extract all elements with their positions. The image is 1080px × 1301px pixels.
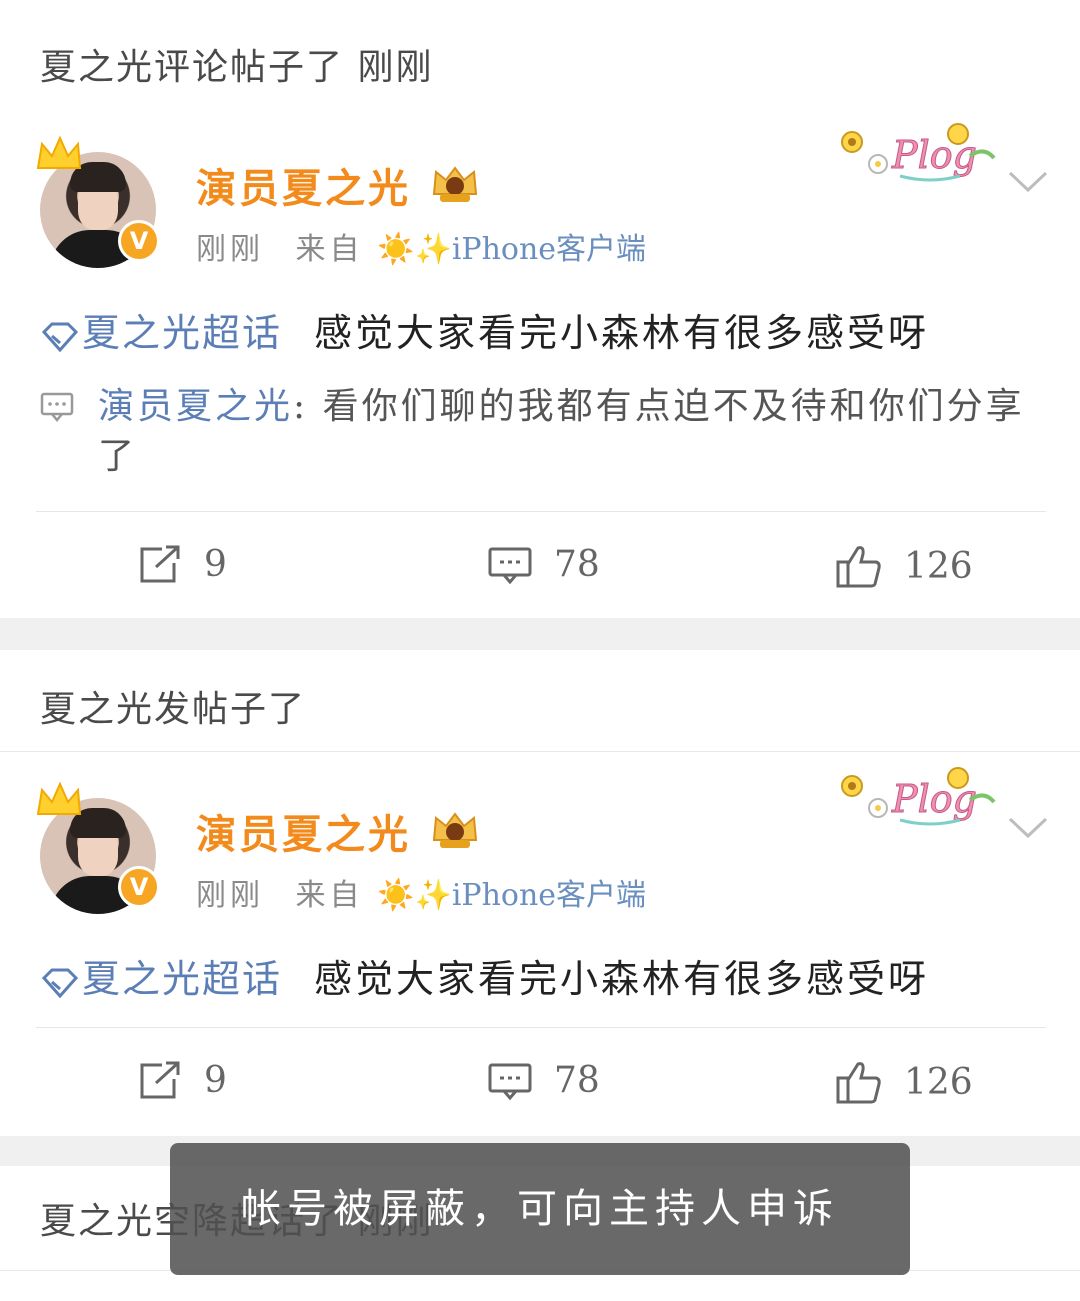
divider <box>0 751 1080 752</box>
supertopic-link[interactable]: 夏之光超话 <box>82 311 282 355</box>
like-button[interactable]: 126 <box>836 1060 973 1104</box>
post-text: 感觉大家看完小森林有很多感受呀 <box>314 311 930 355</box>
post-content: 夏之光超话 感觉大家看完小森林有很多感受呀 <box>40 302 929 357</box>
repost-button[interactable]: 9 <box>138 1060 227 1101</box>
supertopic-link[interactable]: 夏之光超话 <box>82 957 282 1001</box>
like-count: 126 <box>904 1061 973 1103</box>
comment-button[interactable]: 78 <box>488 1060 600 1101</box>
share-icon <box>140 545 180 582</box>
comment-bubble-icon <box>40 392 74 422</box>
avatar[interactable]: V <box>34 134 164 268</box>
username[interactable]: 演员夏之光 <box>196 802 411 860</box>
post-from-label: 来自 <box>295 232 364 267</box>
post-time: 刚刚 <box>196 878 264 913</box>
divider <box>36 511 1046 512</box>
supertopic-diamond-icon <box>41 322 79 352</box>
comment-username[interactable]: 演员夏之光 <box>98 386 293 427</box>
crown-icon <box>36 135 82 169</box>
thumbs-up-icon <box>836 546 881 588</box>
repost-count: 9 <box>204 544 227 585</box>
avatar[interactable]: V <box>34 780 164 914</box>
activity-header: 夏之光评论帖子了 刚刚 <box>40 47 434 88</box>
card-gap <box>0 618 1080 650</box>
post-time: 刚刚 <box>196 232 264 267</box>
member-medal-icon <box>432 166 478 202</box>
member-medal-icon <box>432 812 478 848</box>
repost-button[interactable]: 9 <box>138 544 227 585</box>
like-count: 126 <box>904 545 973 587</box>
username[interactable]: 演员夏之光 <box>196 156 411 214</box>
chevron-down-icon[interactable] <box>1008 816 1048 840</box>
verified-badge-icon: V <box>118 220 160 262</box>
plog-sticker-icon: Plog <box>841 767 996 826</box>
post-meta: 刚刚 来自 ☀️✨iPhone客户端 <box>196 224 646 268</box>
thumbs-up-icon <box>836 1062 881 1104</box>
post-source[interactable]: iPhone客户端 <box>452 232 646 267</box>
verified-badge-icon: V <box>118 866 160 908</box>
repost-count: 9 <box>204 1060 227 1101</box>
comment-button[interactable]: 78 <box>488 544 600 585</box>
like-button[interactable]: 126 <box>836 544 973 588</box>
crown-icon <box>36 781 82 815</box>
comment-icon <box>488 1063 532 1100</box>
post-source[interactable]: iPhone客户端 <box>452 878 646 913</box>
activity-header: 夏之光发帖子了 <box>40 689 307 730</box>
post-content: 夏之光超话 感觉大家看完小森林有很多感受呀 <box>40 948 929 1003</box>
comment-icon <box>488 547 532 584</box>
share-icon <box>140 1061 180 1098</box>
toast-message: 帐号被屏蔽，可向主持人申诉 <box>170 1143 910 1275</box>
comment-preview[interactable]: 演员夏之光: 看你们聊的我都有点迫不及待和你们分享了 <box>98 382 1028 482</box>
comment-count: 78 <box>554 544 600 585</box>
sun-sparkle-icon: ☀️✨ <box>377 232 452 267</box>
feed-card-2[interactable]: 夏之光发帖子了 V 演员夏之光 刚刚 来自 ☀️✨iPhone客户端 Plog <box>0 650 1080 1136</box>
sun-sparkle-icon: ☀️✨ <box>377 878 452 913</box>
comment-count: 78 <box>554 1060 600 1101</box>
chevron-down-icon[interactable] <box>1008 170 1048 194</box>
divider <box>36 1027 1046 1028</box>
post-text: 感觉大家看完小森林有很多感受呀 <box>314 957 930 1001</box>
post-meta: 刚刚 来自 ☀️✨iPhone客户端 <box>196 870 646 914</box>
supertopic-diamond-icon <box>41 968 79 998</box>
post-from-label: 来自 <box>295 878 364 913</box>
plog-sticker-icon: Plog <box>841 123 996 182</box>
feed-card-1[interactable]: 夏之光评论帖子了 刚刚 V 演员夏之光 刚刚 来自 ☀️✨iPhone客户端 P… <box>0 0 1080 618</box>
